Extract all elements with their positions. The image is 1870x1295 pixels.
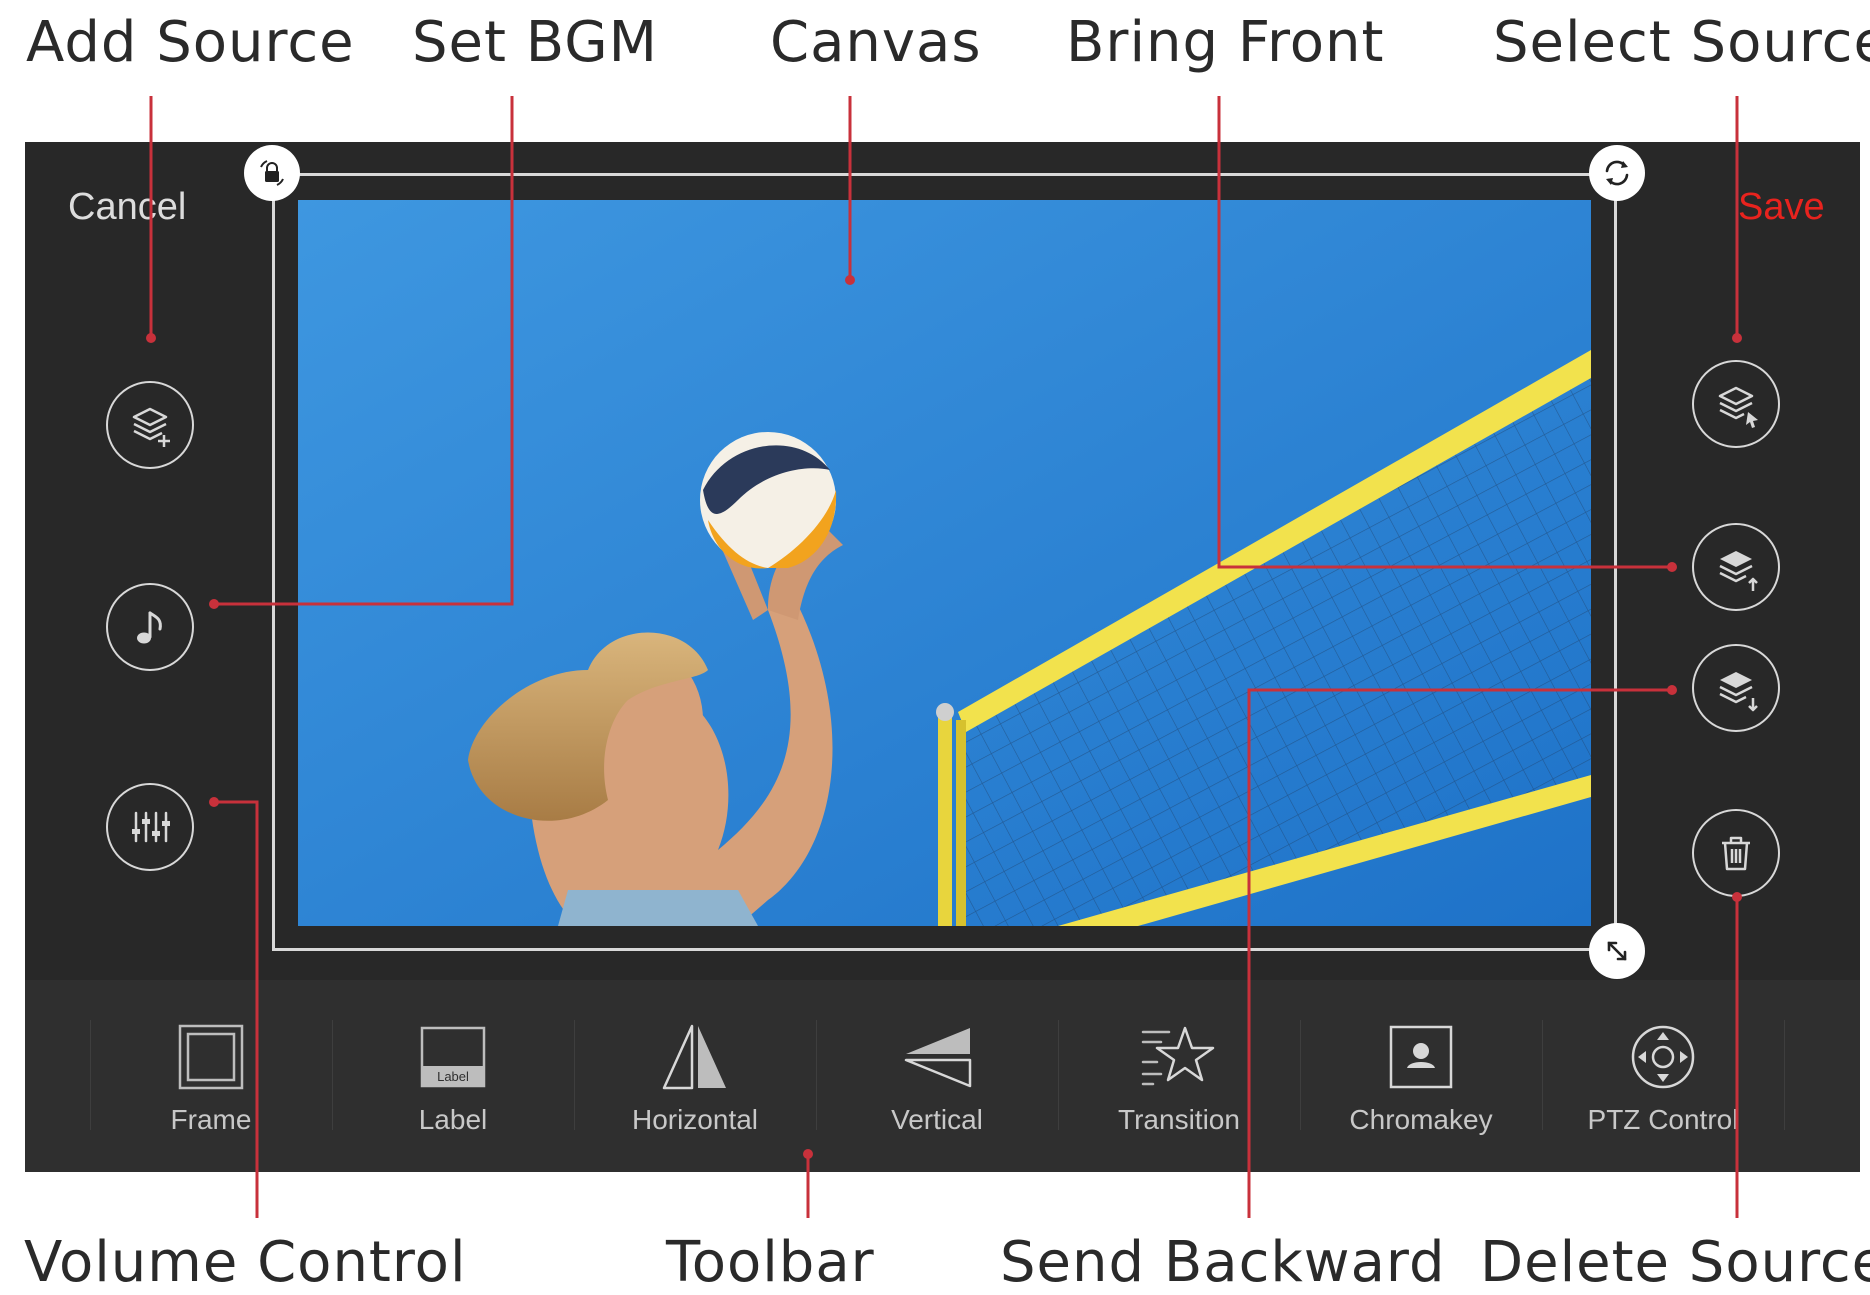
toolbar-item-transition[interactable]: Transition: [1058, 1020, 1300, 1160]
transition-star-icon: [1141, 1026, 1215, 1086]
callout-set-bgm: Set BGM: [412, 10, 658, 75]
save-button[interactable]: Save: [1738, 186, 1825, 229]
callout-add-source: Add Source: [26, 10, 355, 75]
toolbar-item-label: Horizontal: [631, 1104, 759, 1135]
callout-bring-front: Bring Front: [1066, 10, 1385, 75]
canvas-photo: [298, 200, 1591, 926]
cancel-button[interactable]: Cancel: [68, 186, 186, 229]
callout-delete-source: Delete Source: [1480, 1230, 1870, 1295]
toolbar-item-label: Label: [418, 1104, 488, 1135]
label-icon-text: Label: [437, 1069, 469, 1084]
resize-icon: [1607, 941, 1627, 961]
toolbar-item-label[interactable]: Label Label: [332, 1020, 574, 1160]
callout-toolbar: Toolbar: [666, 1230, 875, 1295]
toolbar-item-label: Chromakey: [1349, 1104, 1493, 1135]
music-note-icon: [137, 611, 162, 644]
toolbar-item-ptz-control[interactable]: PTZ Control: [1542, 1020, 1784, 1160]
layers-select-icon: [1718, 386, 1758, 428]
mixer-sliders-icon: [132, 811, 170, 843]
send-backward-button[interactable]: [1692, 644, 1780, 732]
rotate-icon: [1605, 160, 1629, 186]
toolbar-item-chromakey[interactable]: Chromakey: [1300, 1020, 1542, 1160]
toolbar-item-label: Vertical: [891, 1104, 983, 1135]
lock-icon: [260, 160, 284, 186]
select-source-button[interactable]: [1692, 360, 1780, 448]
set-bgm-button[interactable]: [106, 583, 194, 671]
callout-select-source: Select Source: [1493, 10, 1870, 75]
ptz-control-icon: [1631, 1025, 1695, 1089]
label-icon: Label: [420, 1026, 486, 1088]
flip-vertical-icon: [904, 1028, 972, 1088]
add-source-button[interactable]: [106, 381, 194, 469]
trash-icon: [1722, 836, 1750, 871]
layers-add-icon: [132, 407, 170, 447]
delete-source-button[interactable]: [1692, 809, 1780, 897]
chromakey-icon: [1389, 1025, 1453, 1089]
layers-up-icon: [1719, 551, 1758, 591]
toolbar-item-label: Frame: [170, 1104, 252, 1135]
frame-icon: [178, 1024, 244, 1090]
toolbar-separator: [1784, 1020, 1785, 1130]
rotate-handle[interactable]: [1589, 145, 1645, 201]
lock-handle[interactable]: [244, 145, 300, 201]
canvas[interactable]: [298, 200, 1591, 926]
callout-send-backward: Send Backward: [1000, 1230, 1446, 1295]
callout-volume-control: Volume Control: [24, 1230, 467, 1295]
toolbar-item-horizontal[interactable]: Horizontal: [574, 1020, 816, 1160]
toolbar-item-frame[interactable]: Frame: [90, 1020, 332, 1160]
resize-handle[interactable]: [1589, 923, 1645, 979]
flip-horizontal-icon: [662, 1024, 726, 1090]
toolbar-item-label: Transition: [1118, 1104, 1240, 1135]
toolbar-item-vertical[interactable]: Vertical: [816, 1020, 1058, 1160]
callout-canvas: Canvas: [770, 10, 982, 75]
bring-front-button[interactable]: [1692, 523, 1780, 611]
layers-down-icon: [1719, 672, 1758, 712]
toolbar-item-label: PTZ Control: [1587, 1104, 1739, 1135]
volume-control-button[interactable]: [106, 783, 194, 871]
